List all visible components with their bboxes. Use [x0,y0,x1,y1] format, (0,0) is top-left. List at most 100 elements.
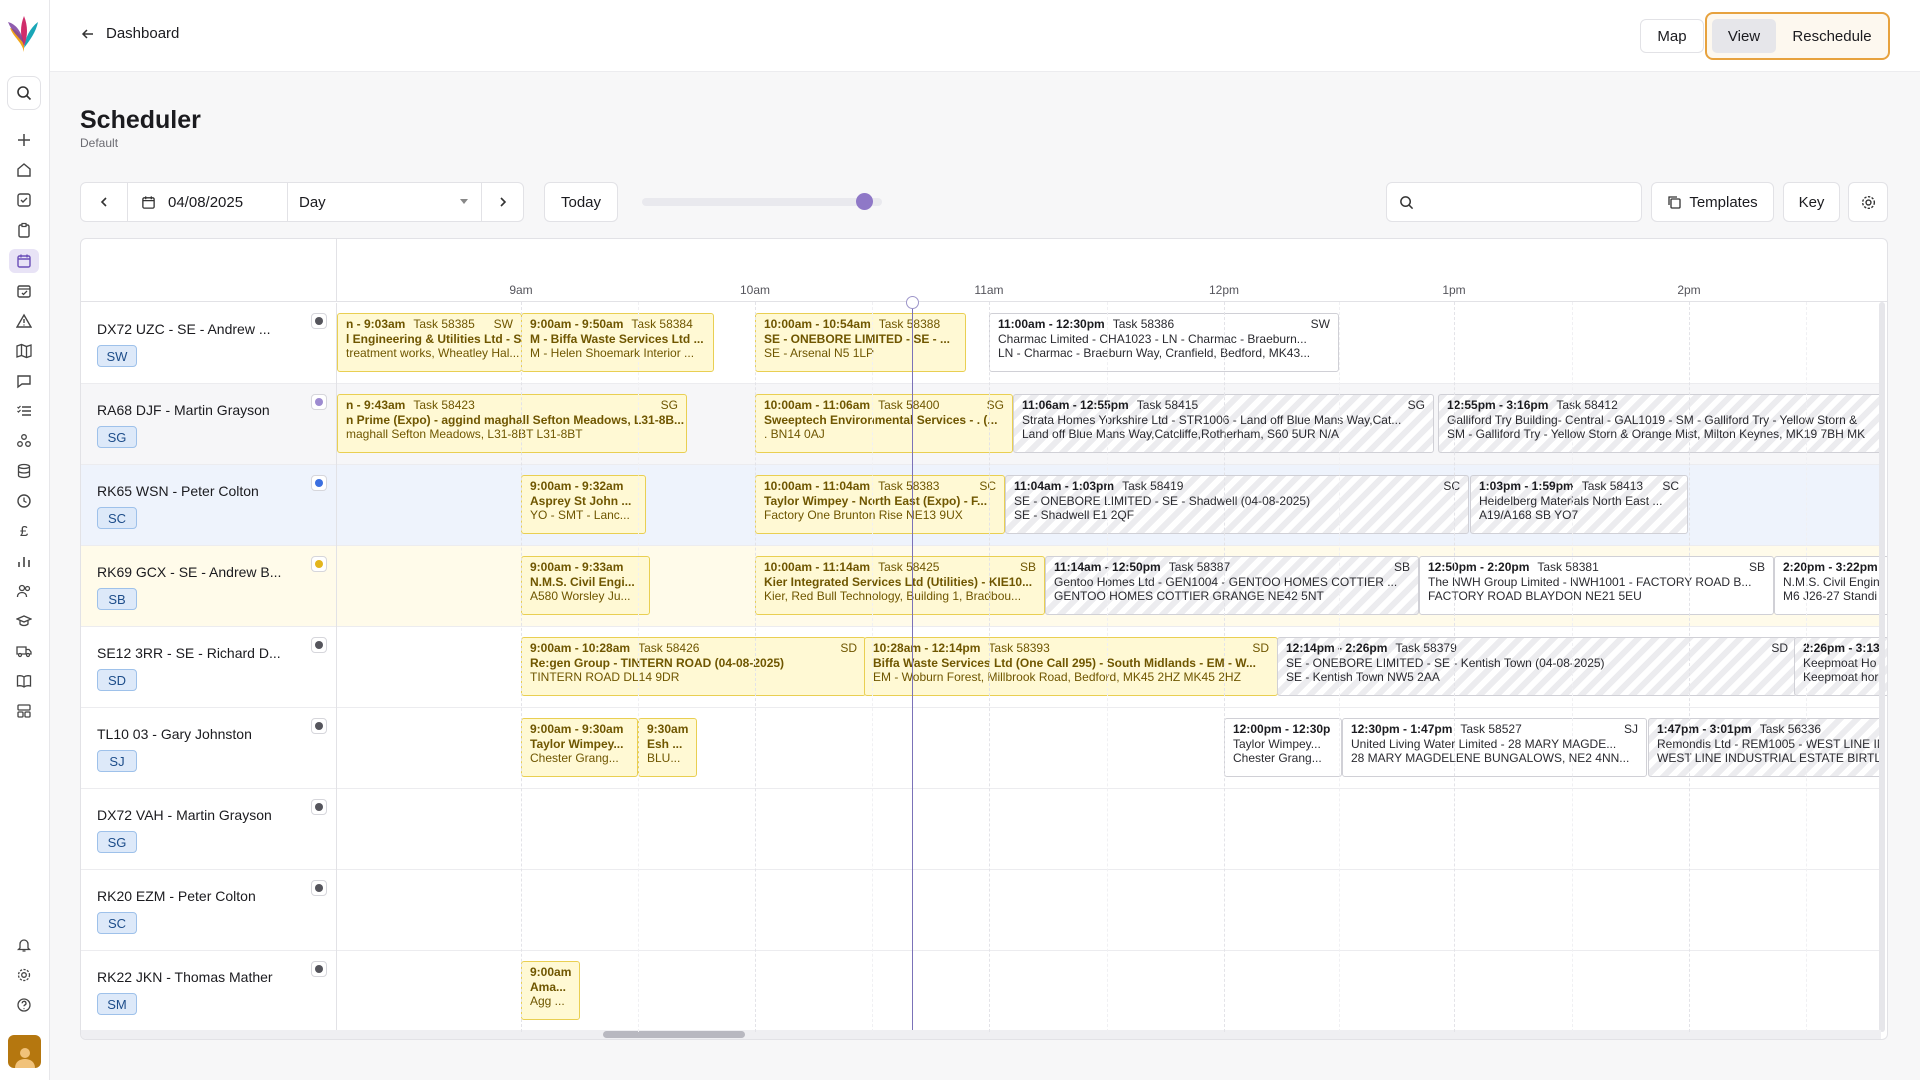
graduation-cap-icon[interactable] [9,609,39,633]
message-icon[interactable] [9,369,39,393]
date-navigator: 04/08/2025 Day [80,182,524,222]
help-icon[interactable] [9,993,39,1017]
resource-label[interactable]: SE12 3RR - SE - Richard D... SD [81,627,337,708]
task-card[interactable]: 11:14am - 12:50pm Task 58387 SB Gentoo Home… [1045,556,1419,615]
resource-status-indicator[interactable] [311,880,327,896]
task-card[interactable]: 12:30pm - 1:47pm Task 58527 SJ United Livin… [1342,718,1647,777]
task-card[interactable]: 1:47pm - 3:01pm Task 56336 Remondis Ltd - … [1648,718,1883,777]
task-resource-code: SG [1407,398,1425,412]
clipboard-icon[interactable] [9,218,39,242]
map-button[interactable]: Map [1640,19,1704,53]
home-icon[interactable] [9,158,39,182]
resource-label[interactable]: RK69 GCX - SE - Andrew B... SB [81,546,337,627]
add-icon[interactable] [9,128,39,152]
task-card[interactable]: 10:28am - 12:14pm Task 58393 SD Biffa Waste… [864,637,1278,696]
book-icon[interactable] [9,669,39,693]
resource-status-indicator[interactable] [311,961,327,977]
resource-label[interactable]: RK22 JKN - Thomas Mather SM [81,951,337,1032]
view-tab[interactable]: View [1712,19,1776,53]
resource-label[interactable]: DX72 VAH - Martin Grayson SG [81,789,337,870]
scheduler-settings-button[interactable] [1848,182,1888,222]
alert-icon[interactable] [9,309,39,333]
bar-chart-icon[interactable] [9,549,39,573]
clock-icon[interactable] [9,489,39,513]
today-button[interactable]: Today [544,182,618,222]
resource-code-badge: SW [97,345,137,367]
calendar-check-icon[interactable] [9,279,39,303]
task-card[interactable]: 9:30am Esh ... BLU... [638,718,697,777]
layout-icon[interactable] [9,699,39,723]
task-card[interactable]: 12:50pm - 2:20pm Task 58381 SB The NWH Grou… [1419,556,1774,615]
resource-label[interactable]: RK65 WSN - Peter Colton SC [81,465,337,546]
task-card[interactable]: n - 9:03am Task 58385 SW l Engineering & Ut… [337,313,522,372]
task-card[interactable]: 9:00am Ama... Agg ... [521,961,580,1020]
resource-status-indicator[interactable] [311,475,327,491]
task-resource-code: SG [660,398,678,412]
task-time: 11:04am - 1:03pm [1014,479,1115,493]
calendar-icon[interactable] [9,249,39,273]
task-card[interactable]: 9:00am - 10:28am Task 58426 SD Re:gen Group… [521,637,866,696]
users-icon[interactable] [9,579,39,603]
task-card[interactable]: 12:55pm - 3:16pm Task 58412 Galliford Try … [1438,394,1883,453]
resource-status-indicator[interactable] [311,313,327,329]
horizontal-scroll-thumb[interactable] [603,1031,745,1038]
task-card[interactable]: 9:00am - 9:32am Asprey St John ... YO - SM… [521,475,646,534]
previous-day-button[interactable] [81,183,127,221]
task-address: BLU... [647,751,681,765]
list-icon[interactable] [9,399,39,423]
resource-status-indicator[interactable] [311,637,327,653]
reschedule-tab[interactable]: Reschedule [1779,19,1885,53]
tasks-icon[interactable] [9,188,39,212]
task-card[interactable]: 2:20pm - 3:22pm N.M.S. Civil Engin M6 J26-… [1774,556,1887,615]
task-number: Task 58384 [631,317,693,331]
pound-icon[interactable]: £ [9,519,39,543]
templates-button[interactable]: Templates [1651,182,1774,222]
user-avatar[interactable] [8,1035,41,1068]
resource-label[interactable]: RK20 EZM - Peter Colton SC [81,870,337,951]
resource-status-indicator[interactable] [311,799,327,815]
truck-icon[interactable] [9,639,39,663]
task-address: SM - Galliford Try - Yellow Storn & Oran… [1447,427,1866,441]
task-card[interactable]: 10:00am - 11:14am Task 58425 SB Kier Integr… [755,556,1045,615]
resource-label[interactable]: RA68 DJF - Martin Grayson SG [81,384,337,465]
resource-status-indicator[interactable] [311,394,327,410]
task-card[interactable]: 12:14pm - 2:26pm Task 58379 SD SE - ONEBORE… [1277,637,1797,696]
zoom-slider-handle[interactable] [856,193,873,210]
task-card[interactable]: n - 9:43am Task 58423 SG n Prime (Expo) - a… [337,394,687,453]
resource-status-indicator[interactable] [311,718,327,734]
task-resource-code: SC [979,479,996,493]
global-search-button[interactable] [7,76,41,110]
app-logo[interactable] [8,14,40,54]
task-card[interactable]: 10:00am - 10:54am Task 58388 SE - ONEBORE … [755,313,966,372]
database-icon[interactable] [9,459,39,483]
task-card[interactable]: 9:00am - 9:33am N.M.S. Civil Engi... A580 … [521,556,650,615]
task-card[interactable]: 11:04am - 1:03pm Task 58419 SC SE - ONEBORE… [1005,475,1469,534]
resource-status-indicator[interactable] [311,556,327,572]
resource-label[interactable]: TL10 03 - Gary Johnston SJ [81,708,337,789]
resource-row: RK20 EZM - Peter Colton SC [81,870,1881,951]
horizontal-scrollbar[interactable] [81,1030,1881,1039]
date-field[interactable]: 04/08/2025 [141,183,243,221]
task-card[interactable]: 12:00pm - 12:30p Taylor Wimpey... Chester … [1224,718,1342,777]
settings-icon[interactable] [9,963,39,987]
bell-icon[interactable] [9,933,39,957]
status-dot [315,722,323,730]
hour-gridline [1689,302,1690,1032]
next-day-button[interactable] [481,183,525,221]
task-card[interactable]: 11:00am - 12:30pm Task 58386 SW Charmac Lim… [989,313,1339,372]
view-mode-select[interactable]: Day [287,183,481,221]
task-card[interactable]: 9:00am - 9:50am Task 58384 M - Biffa Waste… [521,313,714,372]
task-card[interactable]: 10:00am - 11:04am Task 58383 SC Taylor Wimp… [755,475,1005,534]
network-icon[interactable] [9,429,39,453]
task-card[interactable]: 9:00am - 9:30am Taylor Wimpey... Chester G… [521,718,638,777]
back-to-dashboard-link[interactable]: Dashboard [80,25,179,42]
key-button[interactable]: Key [1783,182,1840,222]
map-icon[interactable] [9,339,39,363]
task-card[interactable]: 2:26pm - 3:13 Keepmoat Ho Keepmoat hor [1794,637,1887,696]
task-card[interactable]: 10:00am - 11:06am Task 58400 SG Sweeptech E… [755,394,1013,453]
search-input[interactable] [1425,191,1630,213]
task-card[interactable]: 1:03pm - 1:59pm Task 58413 SC Heidelberg Ma… [1470,475,1688,534]
zoom-slider[interactable] [642,193,882,210]
resource-label[interactable]: DX72 UZC - SE - Andrew ... SW [81,303,337,384]
vertical-scrollbar[interactable] [1879,302,1885,1032]
